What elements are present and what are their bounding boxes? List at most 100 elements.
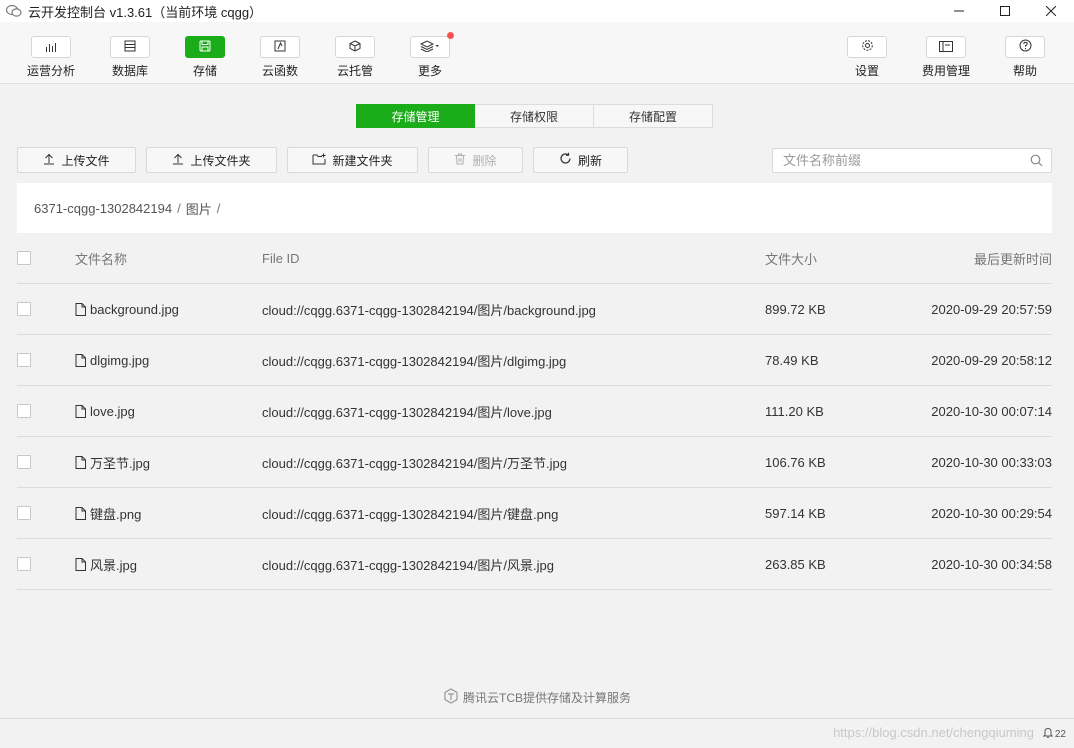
tcb-logo-icon — [443, 687, 463, 707]
file-updated-time: 2020-10-30 00:34:58 — [931, 556, 1052, 572]
toolbar-label: 设置 — [854, 64, 879, 78]
breadcrumb-separator: / — [216, 200, 221, 216]
column-header-updated: 最后更新时间 — [973, 251, 1052, 267]
watermark-text: https://blog.csdn.net/chengqiuming — [833, 725, 1034, 740]
toolbar-storage[interactable]: 存储 — [170, 36, 240, 80]
table-row: 风景.jpg cloud://cqgg.6371-cqgg-1302842194… — [17, 539, 1052, 590]
window-controls — [936, 0, 1074, 22]
file-table: 文件名称 File ID 文件大小 最后更新时间 background.jpg … — [17, 233, 1052, 590]
toolbar-billing[interactable]: 费用管理 — [911, 36, 981, 80]
toolbar-database[interactable]: 数据库 — [95, 36, 165, 80]
row-checkbox[interactable] — [17, 404, 31, 418]
tab-storage-permissions[interactable]: 存储权限 — [475, 104, 594, 128]
file-size: 899.72 KB — [765, 301, 826, 317]
table-row: background.jpg cloud://cqgg.6371-cqgg-13… — [17, 284, 1052, 335]
help-icon — [1019, 39, 1032, 55]
file-name[interactable]: 万圣节.jpg — [90, 453, 150, 472]
file-updated-time: 2020-10-30 00:29:54 — [931, 505, 1052, 521]
file-icon — [75, 302, 86, 316]
file-name[interactable]: love.jpg — [90, 404, 135, 419]
file-updated-time: 2020-10-30 00:07:14 — [931, 403, 1052, 419]
bell-icon — [1042, 727, 1055, 741]
file-icon — [75, 506, 86, 520]
table-header: 文件名称 File ID 文件大小 最后更新时间 — [17, 233, 1052, 284]
tab-storage-management[interactable]: 存储管理 — [356, 104, 475, 128]
file-id: cloud://cqgg.6371-cqgg-1302842194/图片/万圣节… — [262, 455, 567, 471]
refresh-icon — [559, 152, 578, 168]
select-all-checkbox[interactable] — [17, 251, 31, 265]
row-checkbox[interactable] — [17, 455, 31, 469]
function-icon — [274, 40, 286, 55]
file-size: 106.76 KB — [765, 454, 826, 470]
toolbar-functions[interactable]: 云函数 — [245, 36, 315, 80]
notification-indicator[interactable]: 22 — [1042, 727, 1066, 741]
file-name[interactable]: background.jpg — [90, 302, 179, 317]
row-checkbox[interactable] — [17, 353, 31, 367]
footer-note-text: 腾讯云TCB提供存储及计算服务 — [462, 690, 631, 705]
breadcrumb-separator: / — [177, 200, 181, 216]
toolbar-label: 云托管 — [336, 64, 373, 78]
file-id: cloud://cqgg.6371-cqgg-1302842194/图片/dlg… — [262, 353, 567, 369]
toolbar-label: 费用管理 — [921, 64, 970, 78]
row-checkbox[interactable] — [17, 557, 31, 571]
maximize-button[interactable] — [982, 0, 1028, 22]
cube-icon — [349, 39, 361, 55]
search-input[interactable] — [773, 149, 1013, 172]
trash-icon — [454, 153, 472, 168]
toolbar-label: 更多 — [417, 64, 442, 78]
new-folder-button[interactable]: 新建文件夹 — [287, 147, 418, 173]
file-updated-time: 2020-10-30 00:33:03 — [931, 454, 1052, 470]
gear-icon — [861, 39, 874, 55]
column-header-name: 文件名称 — [75, 251, 128, 267]
row-checkbox[interactable] — [17, 506, 31, 520]
toolbar-settings[interactable]: 设置 — [832, 36, 902, 80]
file-id: cloud://cqgg.6371-cqgg-1302842194/图片/风景.… — [262, 557, 554, 573]
table-row: dlgimg.jpg cloud://cqgg.6371-cqgg-130284… — [17, 335, 1052, 386]
toolbar-label: 存储 — [192, 64, 217, 78]
breadcrumb-root[interactable]: 6371-cqgg-1302842194 — [34, 201, 172, 216]
minimize-button[interactable] — [936, 0, 982, 22]
toolbar-analytics[interactable]: 运营分析 — [16, 36, 86, 80]
refresh-button[interactable]: 刷新 — [533, 147, 628, 173]
search-icon[interactable] — [1030, 154, 1043, 170]
delete-label: 删除 — [472, 153, 497, 168]
breadcrumb-folder[interactable]: 图片 — [186, 199, 212, 218]
delete-button[interactable]: 删除 — [428, 147, 523, 173]
main-toolbar: 运营分析 数据库 存储 云函数 云托管 更多 设置 费用管理 帮助 — [0, 22, 1074, 84]
table-row: 万圣节.jpg cloud://cqgg.6371-cqgg-130284219… — [17, 437, 1052, 488]
toolbar-more[interactable]: 更多 — [395, 32, 465, 80]
storage-icon — [199, 40, 211, 55]
toolbar-label: 帮助 — [1012, 64, 1037, 78]
app-logo-icon — [6, 3, 22, 19]
table-row: love.jpg cloud://cqgg.6371-cqgg-13028421… — [17, 386, 1052, 437]
close-button[interactable] — [1028, 0, 1074, 22]
row-checkbox[interactable] — [17, 302, 31, 316]
upload-file-button[interactable]: 上传文件 — [17, 147, 136, 173]
file-id: cloud://cqgg.6371-cqgg-1302842194/图片/bac… — [262, 302, 596, 318]
file-updated-time: 2020-09-29 20:58:12 — [931, 352, 1052, 368]
table-row: 键盘.png cloud://cqgg.6371-cqgg-1302842194… — [17, 488, 1052, 539]
toolbar-cloud-hosting[interactable]: 云托管 — [320, 36, 390, 80]
layers-icon — [419, 39, 440, 55]
upload-icon — [43, 153, 61, 168]
column-header-file-id: File ID — [262, 250, 300, 266]
toolbar-label: 云函数 — [261, 64, 298, 78]
upload-folder-button[interactable]: 上传文件夹 — [146, 147, 277, 173]
file-id: cloud://cqgg.6371-cqgg-1302842194/图片/键盘.… — [262, 506, 559, 522]
search-box — [772, 148, 1052, 173]
file-name[interactable]: dlgimg.jpg — [90, 353, 149, 368]
toolbar-help[interactable]: 帮助 — [990, 36, 1060, 80]
footer-note: 腾讯云TCB提供存储及计算服务 — [0, 687, 1074, 707]
tab-storage-config[interactable]: 存储配置 — [594, 104, 713, 128]
upload-icon — [172, 153, 190, 168]
file-name[interactable]: 风景.jpg — [90, 555, 137, 574]
file-icon — [75, 353, 86, 367]
file-size: 597.14 KB — [765, 505, 826, 521]
new-folder-label: 新建文件夹 — [332, 153, 393, 168]
refresh-label: 刷新 — [577, 153, 602, 168]
file-size: 111.20 KB — [765, 403, 824, 419]
file-name[interactable]: 键盘.png — [90, 504, 141, 523]
billing-icon — [939, 40, 953, 55]
title-bar: 云开发控制台 v1.3.61（当前环境 cqgg） — [0, 0, 1074, 22]
upload-file-label: 上传文件 — [61, 153, 110, 168]
